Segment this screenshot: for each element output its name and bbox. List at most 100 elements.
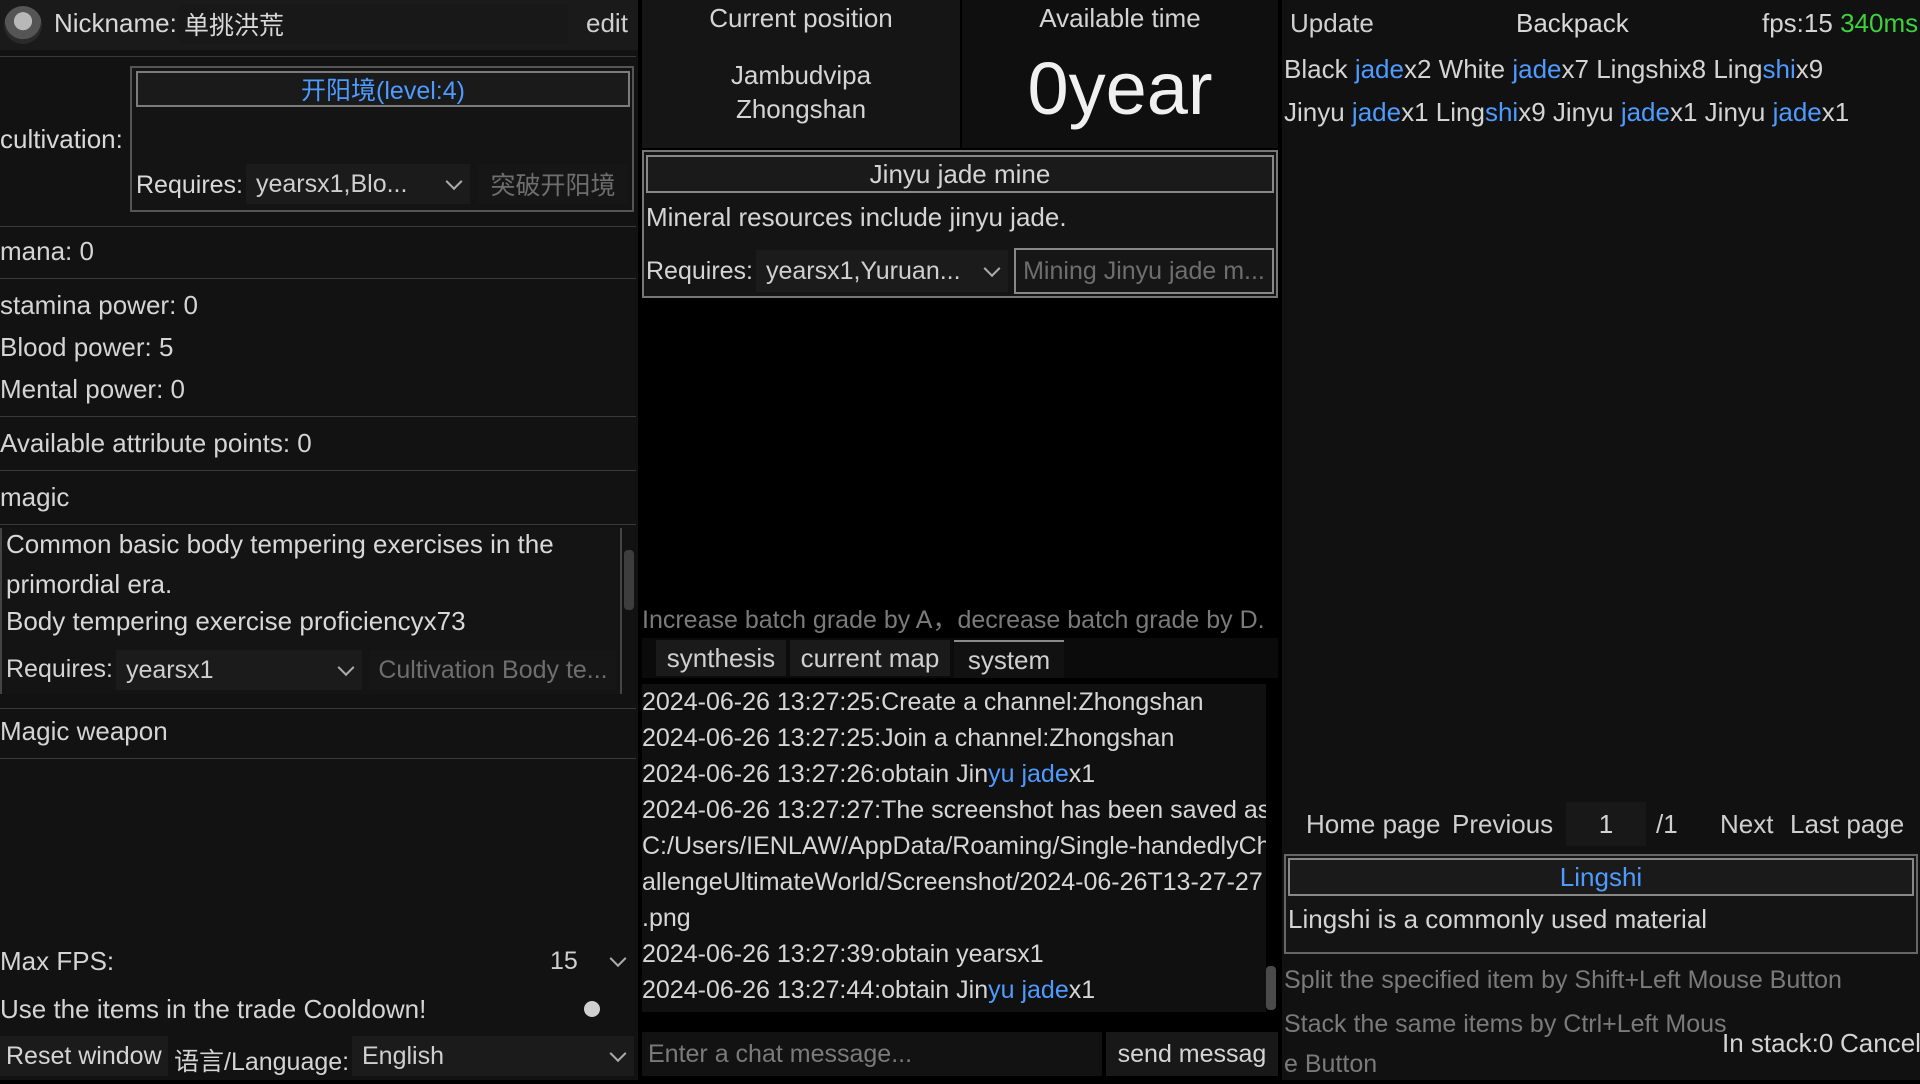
update-button[interactable]: Update [1290,8,1374,39]
split-hint: Split the specified item by Shift+Left M… [1284,966,1842,994]
log-entry: 2024-06-26 13:27:27:The screenshot has b… [642,796,1266,824]
nickname-field[interactable]: 单挑洪荒 [178,4,568,44]
chevron-down-icon [337,659,355,677]
position-line: Zhongshan [735,94,867,124]
item-name: Ling [1713,54,1763,84]
location-title-text: Jinyu jade mine [869,158,1051,189]
time-value: 0year [962,46,1278,132]
cancel-button[interactable]: Cancel [1840,1028,1920,1059]
magic-description-line: Common basic body tempering exercises in… [6,529,554,559]
backpack-item[interactable]: Lingshix9 [1436,97,1546,127]
magic-weapon-heading: Magic weapon [0,716,168,746]
language-select[interactable]: English [352,1036,634,1076]
item-link[interactable]: jade [1021,760,1068,788]
max-fps-value: 15 [550,946,578,975]
item-name: Black [1284,54,1355,84]
item-name: Jinyu [1552,97,1621,127]
backpack-item[interactable]: Black jadex2 [1284,54,1431,84]
reset-window-button[interactable]: Reset window [0,1036,168,1076]
item-qty: x1 [1821,97,1850,127]
log-entry: 2024-06-26 13:27:25:Join a channel:Zhong… [642,724,1175,752]
location-requires-value: yearsx1,Yuruan... [766,256,961,285]
item-qty: x2 [1403,54,1432,84]
log-text: yu [988,976,1022,1004]
log-entry: 2024-06-26 13:27:26:obtain Jinyu jadex1 [642,756,1266,792]
latency-value: 340ms [1840,8,1919,38]
backpack-item[interactable]: Jinyu jadex1 [1705,97,1850,127]
backpack-item[interactable]: White jadex7 [1439,54,1589,84]
breakthrough-button[interactable]: 突破开阳境 [478,164,628,204]
item-qty: x9 [1795,54,1824,84]
item-qty: x1 [1401,97,1429,127]
cultivation-requires-value: yearsx1,Blo... [256,169,408,198]
tab-current-map[interactable]: current map [790,640,950,676]
divider [0,278,636,279]
item-name: White [1438,54,1513,84]
magic-requires-label: Requires: [6,655,113,683]
nickname-label: Nickname: [54,8,177,38]
trade-cooldown-toggle[interactable] [584,1001,600,1017]
chevron-down-icon [609,950,627,968]
page-total: /1 [1656,808,1678,839]
chevron-down-icon [983,260,1001,278]
language-label: 语言/Language: [174,1048,350,1076]
next-button[interactable]: Next [1720,802,1773,846]
in-stack-count: In stack:0 [1722,1028,1834,1058]
item-link[interactable]: jade [1021,976,1068,1004]
trade-cooldown-label: Use the items in the trade Cooldown! [0,994,427,1024]
cultivation-requires-select[interactable]: yearsx1,Blo... [246,164,470,204]
item-name-link: jade [1512,54,1562,84]
divider [0,226,636,227]
magic-requires-select[interactable]: yearsx1 [116,650,362,690]
magic-description-line: primordial era. [6,569,173,599]
mining-button-label: Mining Jinyu jade m... [1023,256,1265,285]
log-scrollbar[interactable] [1266,966,1276,1010]
max-fps-select[interactable]: 15 [540,940,634,982]
last-page-button[interactable]: Last page [1790,802,1904,846]
cultivate-body-button[interactable]: Cultivation Body te... [370,650,616,690]
backpack-item[interactable]: Lingshix9 [1713,54,1823,84]
location-requires-select[interactable]: yearsx1,Yuruan... [756,250,1008,292]
cultivation-requires-label: Requires: [136,171,243,199]
avatar-icon[interactable] [4,6,42,44]
magic-heading: magic [0,482,70,512]
backpack-item[interactable]: Lingshix8 [1596,54,1706,84]
backpack-item[interactable]: Jinyu jadex1 [1284,97,1429,127]
stack-hint-line: Stack the same items by Ctrl+Left Mous [1284,1010,1727,1038]
item-title-part: shi [1608,861,1643,892]
chat-placeholder: Enter a chat message... [648,1039,913,1068]
item-name-link: shi [1762,54,1796,84]
mining-button[interactable]: Mining Jinyu jade m... [1014,248,1274,294]
item-qty: x7 [1561,54,1589,84]
tab-synthesis[interactable]: synthesis [656,640,786,676]
backpack-item[interactable]: Jinyu jadex1 [1553,97,1698,127]
magic-proficiency: Body tempering exercise proficiencyx73 [6,606,466,636]
chevron-down-icon [445,173,463,191]
batch-grade-hint: Increase batch grade by A，decrease batch… [642,606,1265,634]
location-description: Mineral resources include jinyu jade. [646,202,1067,232]
edit-button[interactable]: edit [586,8,628,39]
divider [0,758,636,759]
home-page-button[interactable]: Home page [1306,802,1440,846]
magic-scrollbar[interactable] [624,550,634,610]
position-line: Jambudvipa [730,60,872,90]
location-title: Jinyu jade mine [646,155,1274,193]
send-message-button[interactable]: send messag [1106,1032,1278,1076]
magic-requires-value: yearsx1 [126,655,214,684]
chat-input[interactable]: Enter a chat message... [642,1032,1102,1076]
backpack-row: Black jadex2 White jadex7 Lingshix8 Ling… [1284,54,1823,85]
blood-stat: Blood power: 5 [0,332,174,362]
realm-title: 开阳境(level:4) [136,71,630,107]
cultivation-label: cultivation: [0,124,123,154]
page-input[interactable]: 1 [1566,802,1646,846]
tab-system[interactable]: system [954,640,1064,678]
previous-button[interactable]: Previous [1452,802,1553,846]
item-qty: x9 [1518,97,1546,127]
item-name-link: jade [1620,97,1670,127]
magic-description: Common basic body tempering exercises in… [6,524,554,604]
log-entry: C:/Users/IENLAW/AppData/Roaming/Single-h… [642,832,1266,860]
item-title-part: Ling [1559,861,1609,892]
nickname-value: 单挑洪荒 [184,12,285,40]
system-log: 2024-06-26 13:27:25:Create a channel:Zho… [642,684,1266,1012]
log-text: yu [988,760,1022,788]
